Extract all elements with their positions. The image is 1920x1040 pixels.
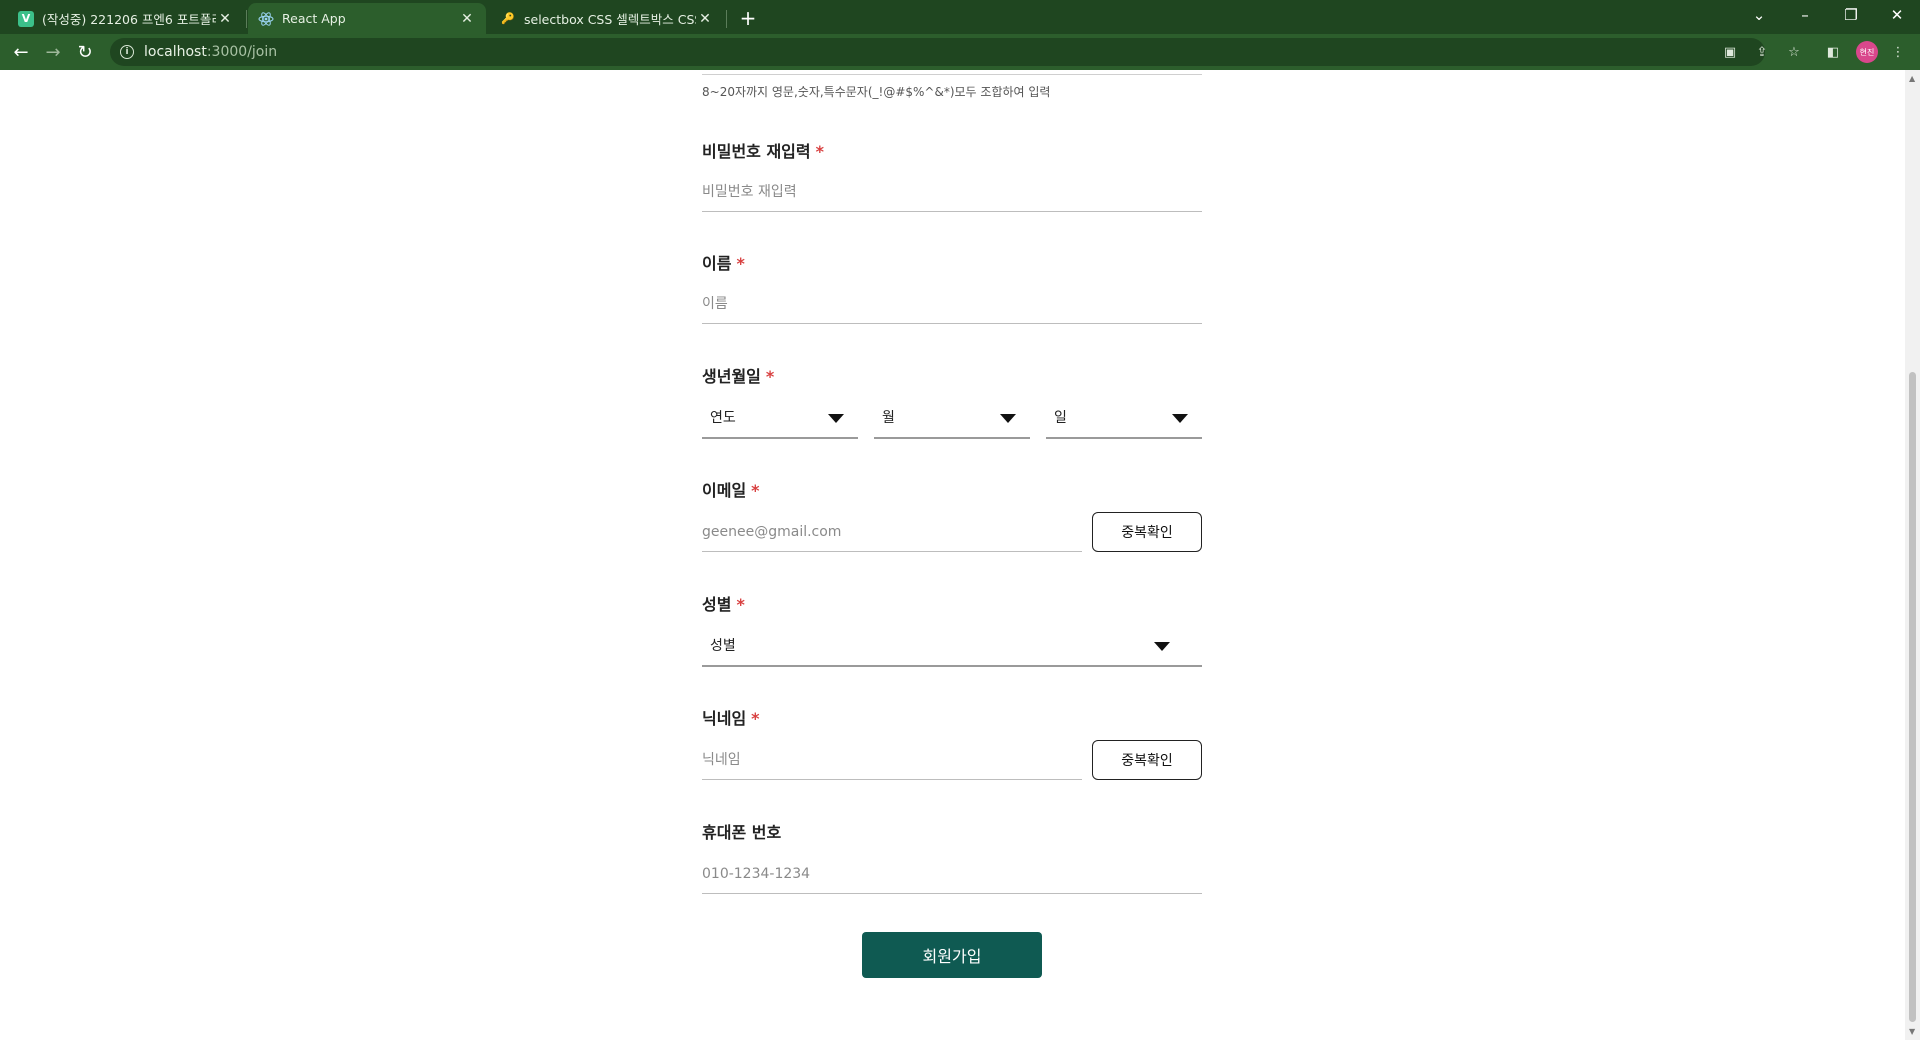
nickname-label: 닉네임 * [702, 709, 760, 728]
chevron-down-icon [1172, 414, 1188, 423]
scroll-up-arrow-icon[interactable]: ▲ [1909, 74, 1915, 83]
tab-selectbox-css[interactable]: 🔑 selectbox CSS 셀렉트박스 CSS 디 ✕ [490, 3, 724, 34]
password-input-underline [702, 74, 1202, 75]
name-input[interactable] [702, 284, 1202, 324]
nickname-input[interactable] [702, 740, 1082, 780]
name-label: 이름 * [702, 254, 745, 273]
join-page: 8~20자까지 영문,숫자,특수문자(_!@#$%^&*)모두 조합하여 입력 … [0, 70, 1905, 1040]
password-confirm-input[interactable] [702, 172, 1202, 212]
close-tab-icon[interactable]: ✕ [216, 10, 234, 28]
email-input[interactable] [702, 512, 1082, 552]
email-check-button[interactable]: 중복확인 [1092, 512, 1202, 552]
tab-strip: V (작성중) 221206 프엔6 포트폴리 ✕ React App ✕ 🔑 … [0, 0, 1920, 34]
new-tab-icon[interactable]: + [736, 6, 760, 30]
reload-icon[interactable]: ↻ [73, 40, 97, 64]
chevron-down-icon [828, 414, 844, 423]
velog-icon: V [18, 10, 34, 27]
back-icon[interactable]: ← [9, 40, 33, 64]
nickname-check-button[interactable]: 중복확인 [1092, 740, 1202, 780]
address-bar[interactable]: i localhost:3000/join [110, 38, 1765, 66]
minimize-icon[interactable]: – [1782, 0, 1828, 30]
close-tab-icon[interactable]: ✕ [458, 10, 476, 28]
react-icon [258, 11, 274, 27]
birth-year-select[interactable]: 연도 [702, 397, 858, 439]
birth-year-value: 연도 [710, 410, 736, 426]
restore-icon[interactable]: ❐ [1828, 0, 1874, 30]
tab-portfolio[interactable]: V (작성중) 221206 프엔6 포트폴리 ✕ [8, 3, 244, 34]
birth-day-value: 일 [1054, 410, 1067, 426]
scrollbar-thumb[interactable] [1909, 372, 1916, 1022]
tab-divider [726, 10, 727, 28]
browser-toolbar: ← → ↻ i localhost:3000/join ▣ ⇪ ☆ ◧ 현진 ⋮ [0, 34, 1920, 70]
translate-icon[interactable]: ▣ [1720, 42, 1740, 62]
page-scrollbar[interactable]: ▲ ▼ [1905, 70, 1920, 1040]
tab-title: selectbox CSS 셀렉트박스 CSS 디 [524, 12, 696, 27]
share-icon[interactable]: ⇪ [1752, 42, 1772, 62]
birth-month-value: 월 [882, 410, 895, 426]
url-text: localhost:3000/join [144, 44, 278, 60]
tab-react-app[interactable]: React App ✕ [248, 3, 486, 34]
gender-value: 성별 [710, 638, 736, 654]
tab-title: React App [282, 11, 346, 26]
forward-icon[interactable]: → [41, 40, 65, 64]
tab-title: (작성중) 221206 프엔6 포트폴리 [42, 12, 216, 27]
gender-select[interactable]: 성별 [702, 625, 1202, 667]
birth-label: 생년월일 * [702, 367, 775, 386]
chevron-down-icon [1154, 642, 1170, 651]
scroll-down-arrow-icon[interactable]: ▼ [1909, 1027, 1915, 1036]
email-label: 이메일 * [702, 481, 760, 500]
tab-divider [246, 10, 247, 28]
gender-label: 성별 * [702, 595, 745, 614]
site-info-icon[interactable]: i [120, 45, 134, 59]
close-window-icon[interactable]: ✕ [1874, 0, 1920, 30]
menu-kebab-icon[interactable]: ⋮ [1888, 42, 1908, 62]
key-icon: 🔑 [501, 12, 515, 25]
password-confirm-label: 비밀번호 재입력 * [702, 142, 824, 161]
signup-submit-button[interactable]: 회원가입 [862, 932, 1042, 978]
phone-input[interactable] [702, 854, 1202, 894]
chevron-down-icon [1000, 414, 1016, 423]
birth-day-select[interactable]: 일 [1046, 397, 1202, 439]
profile-avatar[interactable]: 현진 [1856, 41, 1878, 63]
side-panel-icon[interactable]: ◧ [1823, 42, 1843, 62]
birth-month-select[interactable]: 월 [874, 397, 1030, 439]
phone-label: 휴대폰 번호 [702, 823, 782, 842]
tab-search-icon[interactable]: ⌄ [1736, 0, 1782, 30]
close-tab-icon[interactable]: ✕ [696, 10, 714, 28]
password-hint: 8~20자까지 영문,숫자,특수문자(_!@#$%^&*)모두 조합하여 입력 [702, 85, 1051, 99]
bookmark-star-icon[interactable]: ☆ [1784, 42, 1804, 62]
